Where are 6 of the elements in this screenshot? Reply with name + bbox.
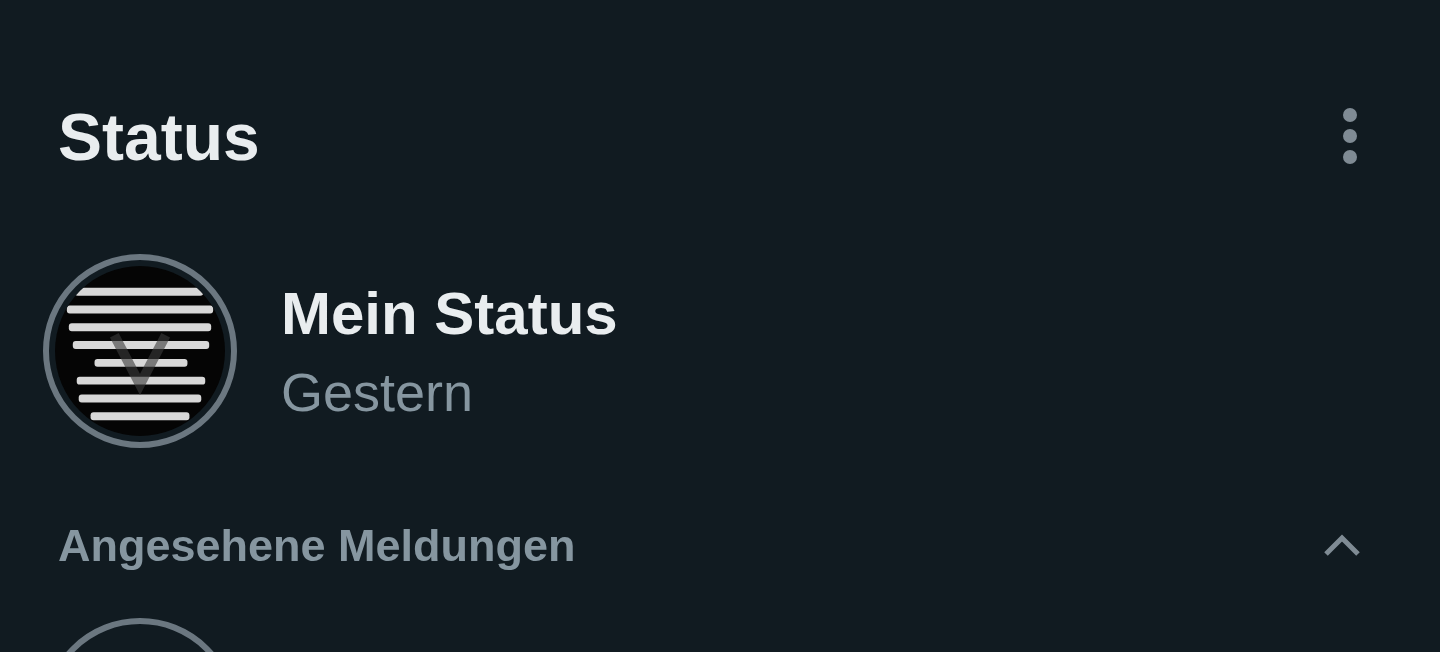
status-time: Gestern (281, 360, 475, 424)
screen-title: Status (58, 104, 260, 170)
section-title: Angesehene Meldungen (58, 520, 576, 572)
more-options-button[interactable] (1342, 107, 1358, 167)
status-name: Mein Status (281, 278, 618, 349)
my-status-row[interactable]: Mein Status Gestern (0, 178, 1440, 448)
